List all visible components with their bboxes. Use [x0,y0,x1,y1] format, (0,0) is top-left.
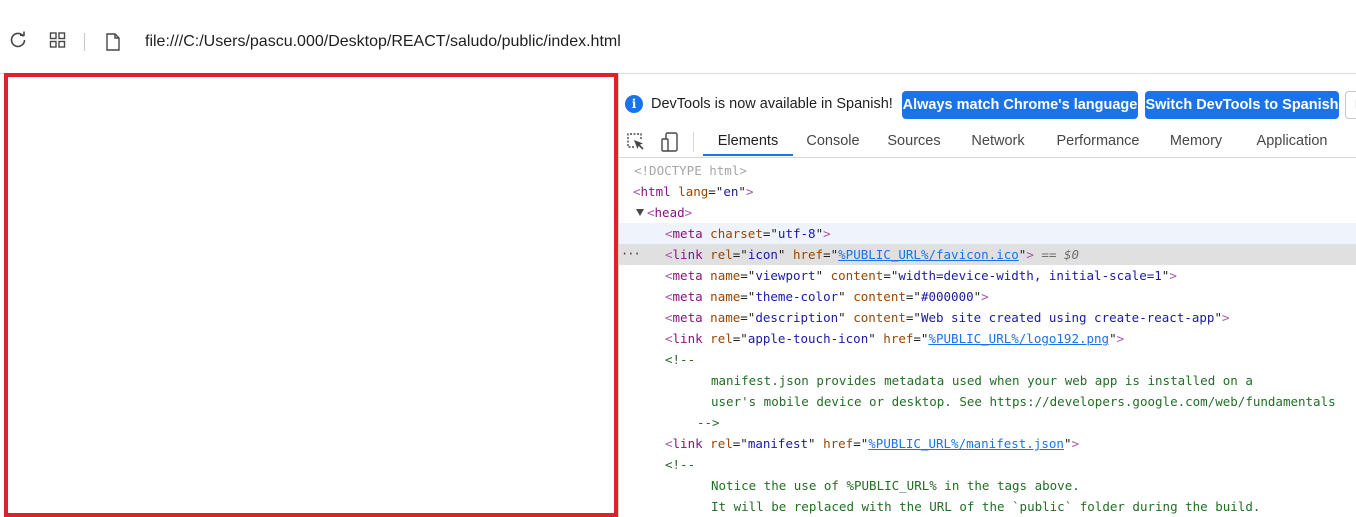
tab-memory[interactable]: Memory [1160,125,1232,156]
tab-performance[interactable]: Performance [1045,125,1151,156]
tree-node-link-icon[interactable]: ··· <link rel="icon" href="%PUBLIC_URL%/… [619,244,1356,265]
tree-node-link-manifest[interactable]: <link rel="manifest" href="%PUBLIC_URL%/… [619,433,1356,454]
switch-to-spanish-button[interactable]: Switch DevTools to Spanish [1145,91,1339,119]
device-toolbar-icon[interactable] [659,131,681,153]
attr-name: lang [678,184,709,199]
more-options-icon[interactable]: ··· [621,244,641,265]
tree-node-meta-description[interactable]: <meta name="description" content="Web si… [619,307,1356,328]
url-field[interactable]: file:///C:/Users/pascu.000/Desktop/REACT… [145,33,621,51]
comment-1-line-2: user's mobile device or desktop. See htt… [711,394,1336,409]
elements-tree: <!DOCTYPE html> <html lang="en"> <head> … [619,160,1356,517]
tab-network[interactable]: Network [961,125,1035,156]
reload-icon [9,31,27,54]
file-icon[interactable] [104,32,122,52]
comment-1-close: --> [697,415,720,430]
infobar-message: DevTools is now available in Spanish! [651,96,893,112]
attr-value: en [723,184,739,199]
page-viewport[interactable] [4,73,618,517]
tab-sources[interactable]: Sources [877,125,951,156]
comment-2-line-1: Notice the use of %PUBLIC_URL% in the ta… [711,478,1080,493]
tab-console[interactable]: Console [797,125,869,156]
expand-arrow-icon[interactable] [636,209,644,216]
href-link[interactable]: %PUBLIC_URL%/manifest.json [868,436,1064,451]
tag-name: head [654,205,685,220]
address-separator [84,33,85,51]
tag-name: html [640,184,671,199]
always-match-language-button[interactable]: Always match Chrome's language [902,91,1138,119]
info-icon: i [625,95,643,113]
tree-node-link-apple-touch-icon[interactable]: <link rel="apple-touch-icon" href="%PUBL… [619,328,1356,349]
tree-node-meta-theme-color[interactable]: <meta name="theme-color" content="#00000… [619,286,1356,307]
tree-node-head[interactable]: <head> [619,202,1356,223]
language-infobar: i DevTools is now available in Spanish! … [619,74,1356,124]
comment-1-line-1: manifest.json provides metadata used whe… [711,373,1253,388]
devtools-panel: i DevTools is now available in Spanish! … [618,74,1356,517]
tree-node-meta-viewport[interactable]: <meta name="viewport" content="width=dev… [619,265,1356,286]
reload-button[interactable] [6,30,30,54]
href-link[interactable]: %PUBLIC_URL%/favicon.ico [838,247,1019,262]
tree-node-html[interactable]: <html lang="en"> [619,181,1356,202]
address-bar: file:///C:/Users/pascu.000/Desktop/REACT… [0,0,1356,74]
tree-node-meta-charset[interactable]: <meta charset="utf-8"> [619,223,1356,244]
active-tab-indicator [703,154,793,156]
devtools-toolbar: Elements Console Sources Network Perform… [619,125,1356,158]
apps-button[interactable] [46,30,70,54]
tree-node-comment-2[interactable]: <!-- [619,454,1356,475]
tab-application[interactable]: Application [1246,125,1338,156]
href-link[interactable]: %PUBLIC_URL%/logo192.png [928,331,1109,346]
tree-node-doctype[interactable]: <!DOCTYPE html> [619,160,1356,181]
apps-grid-icon [49,31,67,54]
toolbar-separator [693,132,694,152]
dont-show-again-button[interactable]: D [1345,91,1356,119]
tree-node-comment-1[interactable]: <!-- [619,349,1356,370]
tab-elements[interactable]: Elements [703,125,793,156]
inspect-element-icon[interactable] [625,131,647,153]
comment-2-line-2: It will be replaced with the URL of the … [711,499,1261,514]
